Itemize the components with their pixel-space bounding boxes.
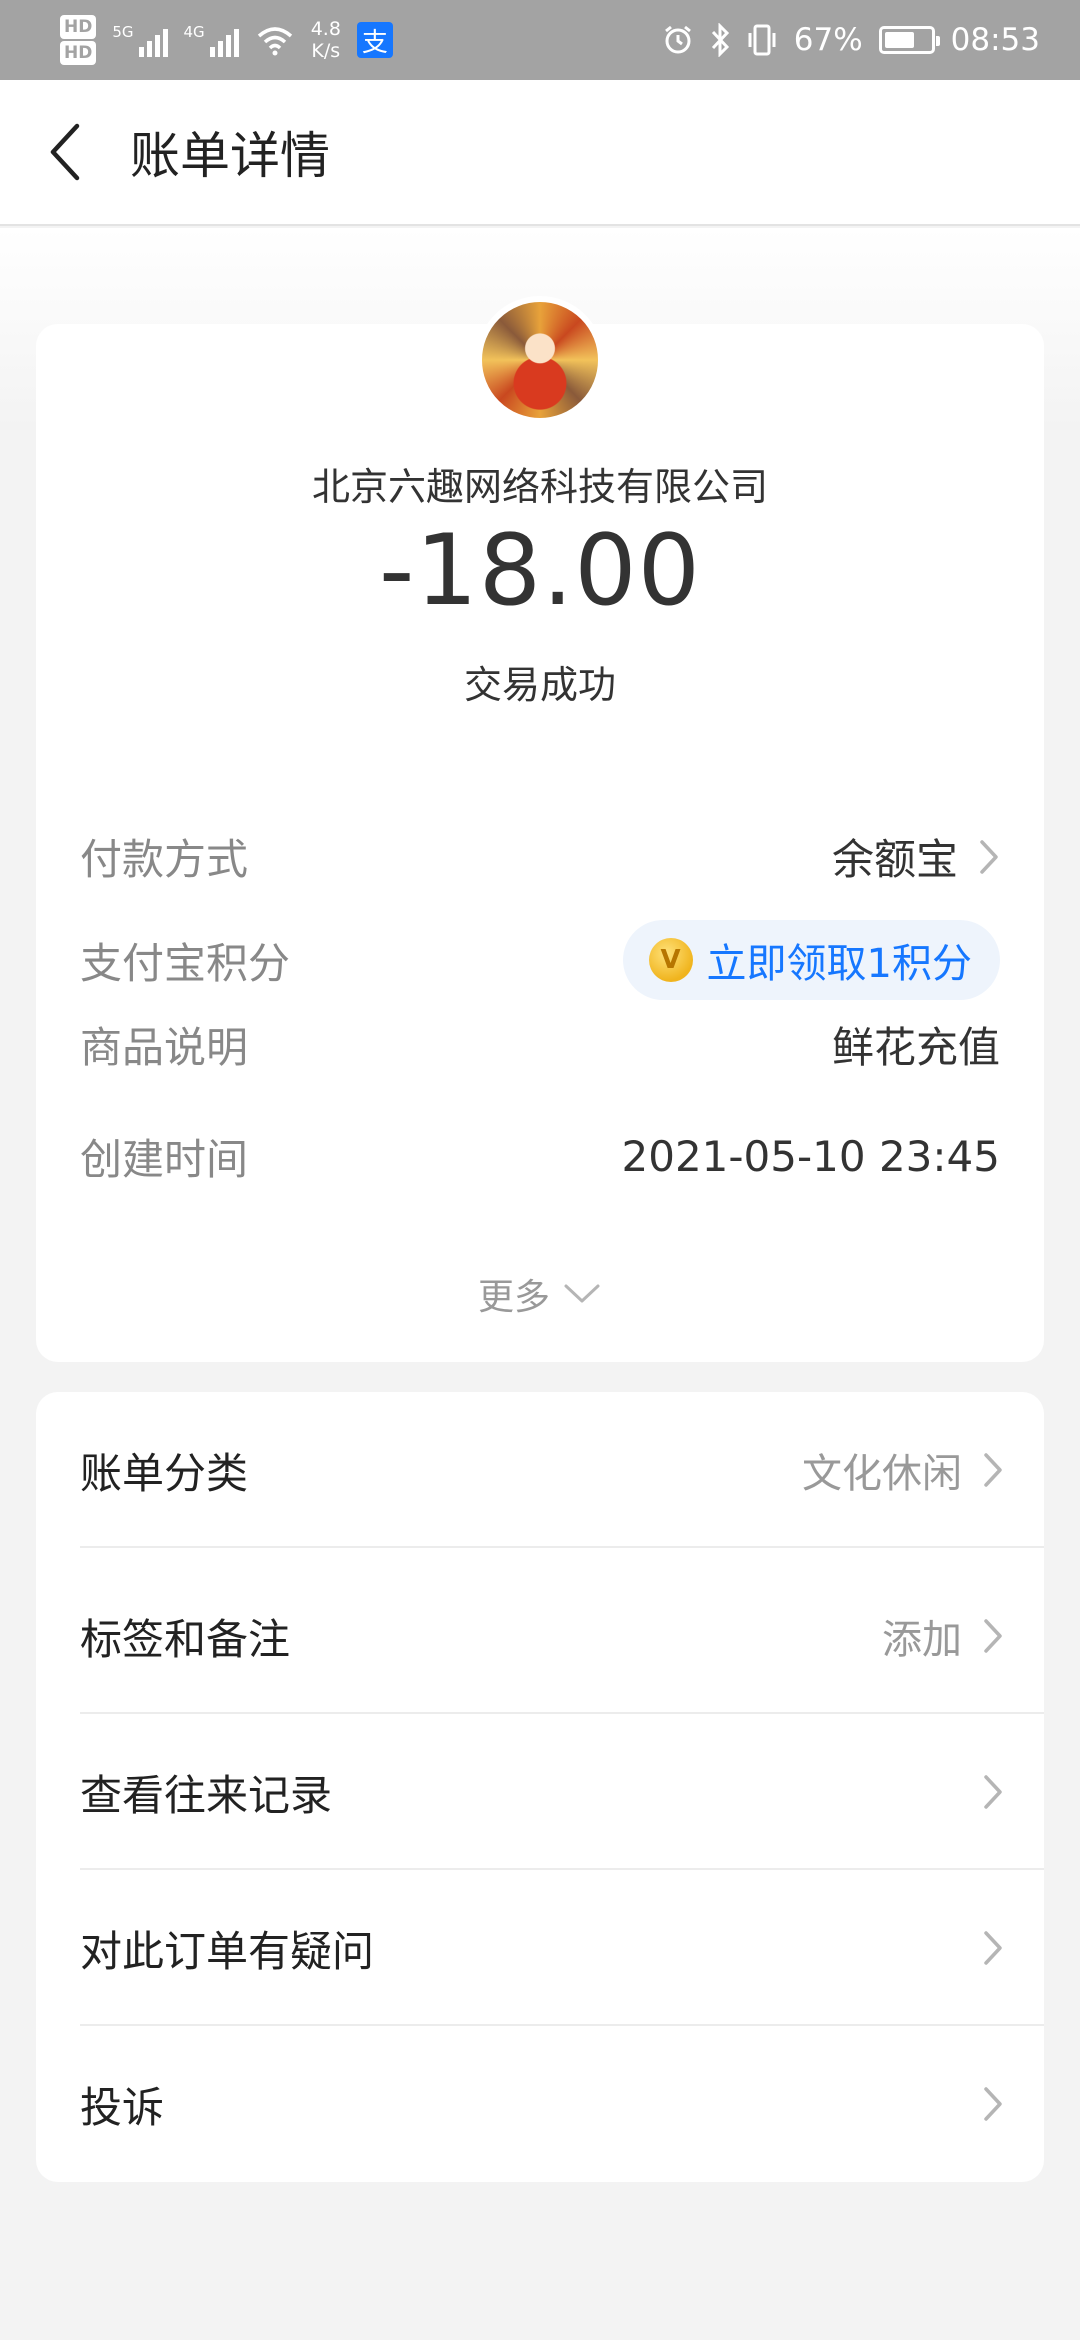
bill-category-row[interactable]: 账单分类 文化休闲 bbox=[80, 1392, 1044, 1548]
clock: 08:53 bbox=[950, 22, 1040, 58]
signal-label-4g: 4G bbox=[183, 23, 205, 41]
more-label: 更多 bbox=[477, 1277, 550, 1318]
page-title: 账单详情 bbox=[130, 127, 330, 185]
signal-icon-2: 4G bbox=[184, 23, 239, 57]
payment-method-label: 付款方式 bbox=[80, 835, 249, 884]
merchant-avatar bbox=[476, 296, 604, 424]
payment-method-value-group: 余额宝 bbox=[832, 826, 1000, 887]
status-bar: HD HD 5G 4G 4.8 K/s 支 67% 08:53 bbox=[0, 0, 1080, 80]
battery-level-fill bbox=[884, 32, 915, 48]
bill-amount: -18.00 bbox=[379, 514, 701, 628]
wifi-icon bbox=[257, 27, 292, 56]
hd-label-1: HD bbox=[60, 15, 97, 39]
order-question-value-group bbox=[962, 1929, 1004, 1967]
chevron-right-icon bbox=[984, 1619, 1002, 1653]
order-question-row[interactable]: 对此订单有疑问 bbox=[80, 1870, 1044, 2026]
created-time-value: 2021-05-10 23:45 bbox=[621, 1132, 1000, 1181]
transaction-history-row[interactable]: 查看往来记录 bbox=[80, 1714, 1044, 1870]
transaction-history-value-group bbox=[962, 1773, 1004, 1811]
payment-method-row[interactable]: 付款方式 余额宝 bbox=[80, 826, 1000, 887]
created-time-label: 创建时间 bbox=[80, 1135, 249, 1184]
vibrate-icon bbox=[748, 24, 776, 56]
bill-summary-card: 北京六趣网络科技有限公司 -18.00 交易成功 付款方式 余额宝 支付宝积分 … bbox=[36, 296, 1044, 1362]
chevron-left-icon bbox=[50, 123, 80, 181]
order-question-label: 对此订单有疑问 bbox=[80, 1926, 375, 1976]
transaction-history-label: 查看往来记录 bbox=[80, 1770, 333, 1820]
tags-notes-label: 标签和备注 bbox=[80, 1614, 291, 1664]
tags-notes-value: 添加 bbox=[882, 1617, 962, 1663]
battery-percent: 67% bbox=[793, 22, 863, 58]
chevron-down-icon bbox=[564, 1284, 600, 1303]
claim-points-button[interactable]: V 立即领取1积分 bbox=[622, 920, 1000, 1000]
network-speed-value: 4.8 bbox=[310, 18, 341, 40]
bluetooth-icon bbox=[711, 23, 729, 57]
app-header: 账单详情 bbox=[0, 80, 1080, 226]
hd-indicator: HD HD bbox=[60, 14, 97, 66]
alipay-points-label: 支付宝积分 bbox=[80, 938, 291, 988]
chevron-right-icon bbox=[984, 2087, 1002, 2121]
bill-actions-card: 账单分类 文化休闲 标签和备注 添加 查看往来记录 对此订单有疑问 投诉 bbox=[36, 1392, 1044, 2182]
network-speed: 4.8 K/s bbox=[311, 18, 341, 62]
signal-label-5g: 5G bbox=[112, 23, 134, 41]
bill-category-value-group: 文化休闲 bbox=[802, 1441, 1004, 1499]
merchant-name: 北京六趣网络科技有限公司 bbox=[311, 465, 768, 509]
status-bar-right: 67% 08:53 bbox=[662, 22, 1040, 58]
battery-icon bbox=[878, 26, 940, 54]
tags-notes-value-group: 添加 bbox=[882, 1607, 1004, 1665]
payment-method-value: 余额宝 bbox=[831, 835, 958, 884]
created-time-row: 创建时间 2021-05-10 23:45 bbox=[80, 1126, 1000, 1187]
hd-label-2: HD bbox=[60, 41, 97, 65]
alipay-notification-icon: 支 bbox=[356, 22, 393, 58]
product-description-label: 商品说明 bbox=[80, 1023, 249, 1072]
chevron-right-icon bbox=[984, 1775, 1002, 1809]
bill-category-value: 文化休闲 bbox=[802, 1451, 962, 1497]
chevron-right-icon bbox=[980, 839, 998, 874]
points-coin-icon: V bbox=[648, 938, 693, 982]
alipay-points-row: 支付宝积分 V 立即领取1积分 bbox=[80, 920, 1000, 1000]
transaction-status: 交易成功 bbox=[463, 663, 616, 707]
chevron-right-icon bbox=[984, 1931, 1002, 1965]
product-description-row: 商品说明 鲜花充值 bbox=[80, 1014, 1000, 1075]
bill-category-label: 账单分类 bbox=[80, 1448, 249, 1498]
network-speed-unit: K/s bbox=[311, 40, 341, 62]
claim-points-label: 立即领取1积分 bbox=[706, 941, 972, 987]
complaint-row[interactable]: 投诉 bbox=[80, 2026, 1044, 2182]
complaint-label: 投诉 bbox=[80, 2082, 165, 2132]
complaint-value-group bbox=[962, 2085, 1004, 2123]
chevron-right-icon bbox=[984, 1453, 1002, 1487]
more-details-toggle[interactable]: 更多 bbox=[36, 1268, 1044, 1320]
signal-icon: 5G bbox=[112, 23, 168, 57]
tags-notes-row[interactable]: 标签和备注 添加 bbox=[80, 1558, 1044, 1714]
back-button[interactable] bbox=[0, 79, 130, 225]
product-description-value: 鲜花充值 bbox=[831, 1023, 1000, 1072]
alarm-icon bbox=[664, 25, 691, 54]
status-bar-left: HD HD 5G 4G 4.8 K/s 支 bbox=[60, 14, 393, 66]
